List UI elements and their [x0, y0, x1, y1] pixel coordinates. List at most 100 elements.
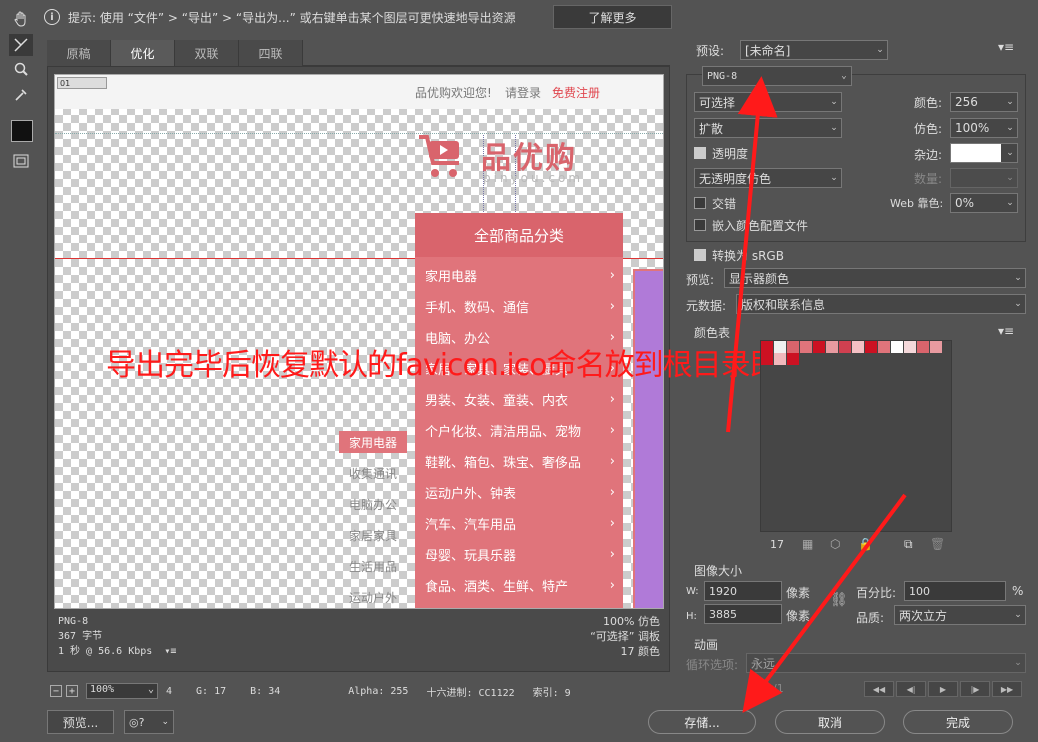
next-frame-icon[interactable]: |▶: [960, 681, 990, 697]
color-table-title: 颜色表: [694, 326, 731, 340]
web-shift-icon[interactable]: ⬡: [830, 537, 840, 551]
b-value: B: 34: [250, 685, 281, 697]
chevron-right-icon: ›: [609, 391, 615, 407]
embed-profile-checkbox[interactable]: [694, 219, 706, 231]
category-title: 全部商品分类: [415, 213, 623, 257]
browser-select[interactable]: ◎? ⌄: [124, 710, 174, 734]
web-snap-select[interactable]: 0% ⌄: [950, 193, 1018, 213]
format-select[interactable]: PNG-8 ⌄: [702, 66, 852, 86]
link-icon[interactable]: ⛓: [830, 592, 848, 608]
matte-select[interactable]: ⌄: [950, 143, 1018, 163]
cart-logo-icon: [417, 133, 465, 181]
color-swatch[interactable]: [800, 341, 812, 353]
zoom-tool-icon[interactable]: [9, 58, 33, 80]
slice-badge: 01: [57, 77, 107, 89]
palette-info: “可选择” 调板: [590, 630, 660, 643]
category-item: 母婴、玩具乐器 ›: [425, 546, 615, 564]
learn-more-button[interactable]: 了解更多: [553, 5, 672, 29]
color-swatch[interactable]: [761, 353, 773, 365]
zoom-in-icon[interactable]: +: [66, 685, 78, 697]
category-item: 汽车、汽车用品 ›: [425, 515, 615, 533]
colors-select[interactable]: 256 ⌄: [950, 92, 1018, 112]
loop-label: 循环选项:: [686, 658, 739, 672]
optimize-info: 100% 仿色 “可选择” 调板 17 颜色: [560, 614, 660, 659]
side-nav-item: 收集通讯: [348, 466, 397, 481]
tab-2up[interactable]: 双联: [175, 40, 239, 66]
preview-select[interactable]: 显示器颜色 ⌄: [724, 268, 1026, 288]
banner-image: [633, 269, 663, 608]
tab-optimized[interactable]: 优化: [111, 40, 175, 66]
color-swatch[interactable]: [774, 341, 786, 353]
reduction-select[interactable]: 可选择 ⌄: [694, 92, 842, 112]
tab-original[interactable]: 原稿: [47, 40, 111, 66]
amount-select[interactable]: ⌄: [950, 168, 1018, 188]
interlaced-label: 交错: [712, 197, 737, 211]
zoom-out-icon[interactable]: −: [50, 685, 62, 697]
zoom-select[interactable]: 100% ⌄: [86, 683, 158, 699]
transparency-checkbox[interactable]: [694, 147, 706, 159]
color-swatch[interactable]: [891, 341, 903, 353]
alpha-value: Alpha: 255: [348, 685, 409, 697]
hand-tool-icon[interactable]: [9, 8, 33, 30]
color-swatch[interactable]: [787, 353, 799, 365]
slice-select-tool-icon[interactable]: [9, 34, 33, 56]
tab-4up[interactable]: 四联: [239, 40, 303, 66]
color-swatch[interactable]: [865, 341, 877, 353]
hint-bar: i 提示: 使用 “文件” > “导出” > “导出为...” 或右键单击某个图…: [44, 4, 516, 30]
color-swatch[interactable]: [813, 341, 825, 353]
colors-info: 17 颜色: [620, 645, 661, 658]
width-label: W:: [686, 586, 699, 597]
convert-srgb-checkbox[interactable]: [694, 249, 706, 261]
side-nav-item: 生活用品: [348, 559, 397, 574]
quality-select[interactable]: 两次立方 ⌄: [894, 605, 1026, 625]
prev-frame-icon[interactable]: ◀|: [896, 681, 926, 697]
category-item: 家用电器 ›: [425, 267, 615, 285]
dither-select[interactable]: 100% ⌄: [950, 118, 1018, 138]
toggle-slices-icon[interactable]: [9, 150, 33, 172]
chevron-right-icon: ›: [609, 577, 615, 593]
color-swatch[interactable]: [904, 341, 916, 353]
chevron-right-icon: ›: [609, 484, 615, 500]
width-input[interactable]: 1920: [704, 581, 782, 601]
colors-label: 颜色:: [914, 96, 943, 110]
play-icon[interactable]: ▶: [928, 681, 958, 697]
color-swatch[interactable]: [917, 341, 929, 353]
optimize-panel: 预设: [未命名] ⌄ ▾≡ PNG-8 ⌄ 可选择 ⌄ 扩散 ⌄ 透明度 无透明度仿色…: [680, 36, 1032, 736]
dither-algo-select[interactable]: 扩散 ⌄: [694, 118, 842, 138]
interlaced-checkbox[interactable]: [694, 197, 706, 209]
preview-button[interactable]: 预览...: [47, 710, 114, 734]
color-table-menu-icon[interactable]: ▾≡: [998, 324, 1014, 338]
color-swatch[interactable]: [852, 341, 864, 353]
new-color-icon[interactable]: ⧉: [904, 537, 913, 552]
first-frame-icon[interactable]: ◀◀: [864, 681, 894, 697]
percent-input[interactable]: 100: [904, 581, 1006, 601]
percent-sign: %: [1012, 584, 1024, 598]
lock-color-icon[interactable]: 🔒: [858, 537, 873, 551]
color-swatch[interactable]: [839, 341, 851, 353]
color-swatch[interactable]: [774, 353, 786, 365]
width-unit: 像素: [786, 586, 811, 600]
eyedropper-color-swatch[interactable]: [11, 120, 33, 142]
matte-dither-select[interactable]: 无透明度仿色 ⌄: [694, 168, 842, 188]
color-swatch[interactable]: [878, 341, 890, 353]
color-table[interactable]: [760, 340, 952, 532]
convert-srgb-label: 转换为 sRGB: [712, 249, 784, 263]
preset-select[interactable]: [未命名] ⌄: [740, 40, 888, 60]
eyedropper-tool-icon[interactable]: [9, 84, 33, 106]
color-swatch[interactable]: [787, 341, 799, 353]
panel-menu-icon[interactable]: ▾≡: [998, 40, 1014, 54]
chevron-right-icon: ›: [609, 298, 615, 314]
trash-icon[interactable]: 🗑: [930, 537, 945, 551]
image-size-title: 图像大小: [694, 564, 743, 578]
height-input[interactable]: 3885: [704, 604, 782, 624]
r-value: 4: [166, 685, 173, 697]
color-swatch[interactable]: [826, 341, 838, 353]
loop-select[interactable]: 永远 ⌄: [746, 653, 1026, 673]
map-color-icon[interactable]: ▦: [802, 537, 813, 551]
metadata-select[interactable]: 版权和联系信息 ⌄: [736, 294, 1026, 314]
color-swatch[interactable]: [761, 341, 773, 353]
last-frame-icon[interactable]: ▶▶: [992, 681, 1022, 697]
matte-label: 杂边:: [914, 148, 943, 162]
color-swatch[interactable]: [930, 341, 942, 353]
metadata-label: 元数据:: [686, 299, 727, 313]
